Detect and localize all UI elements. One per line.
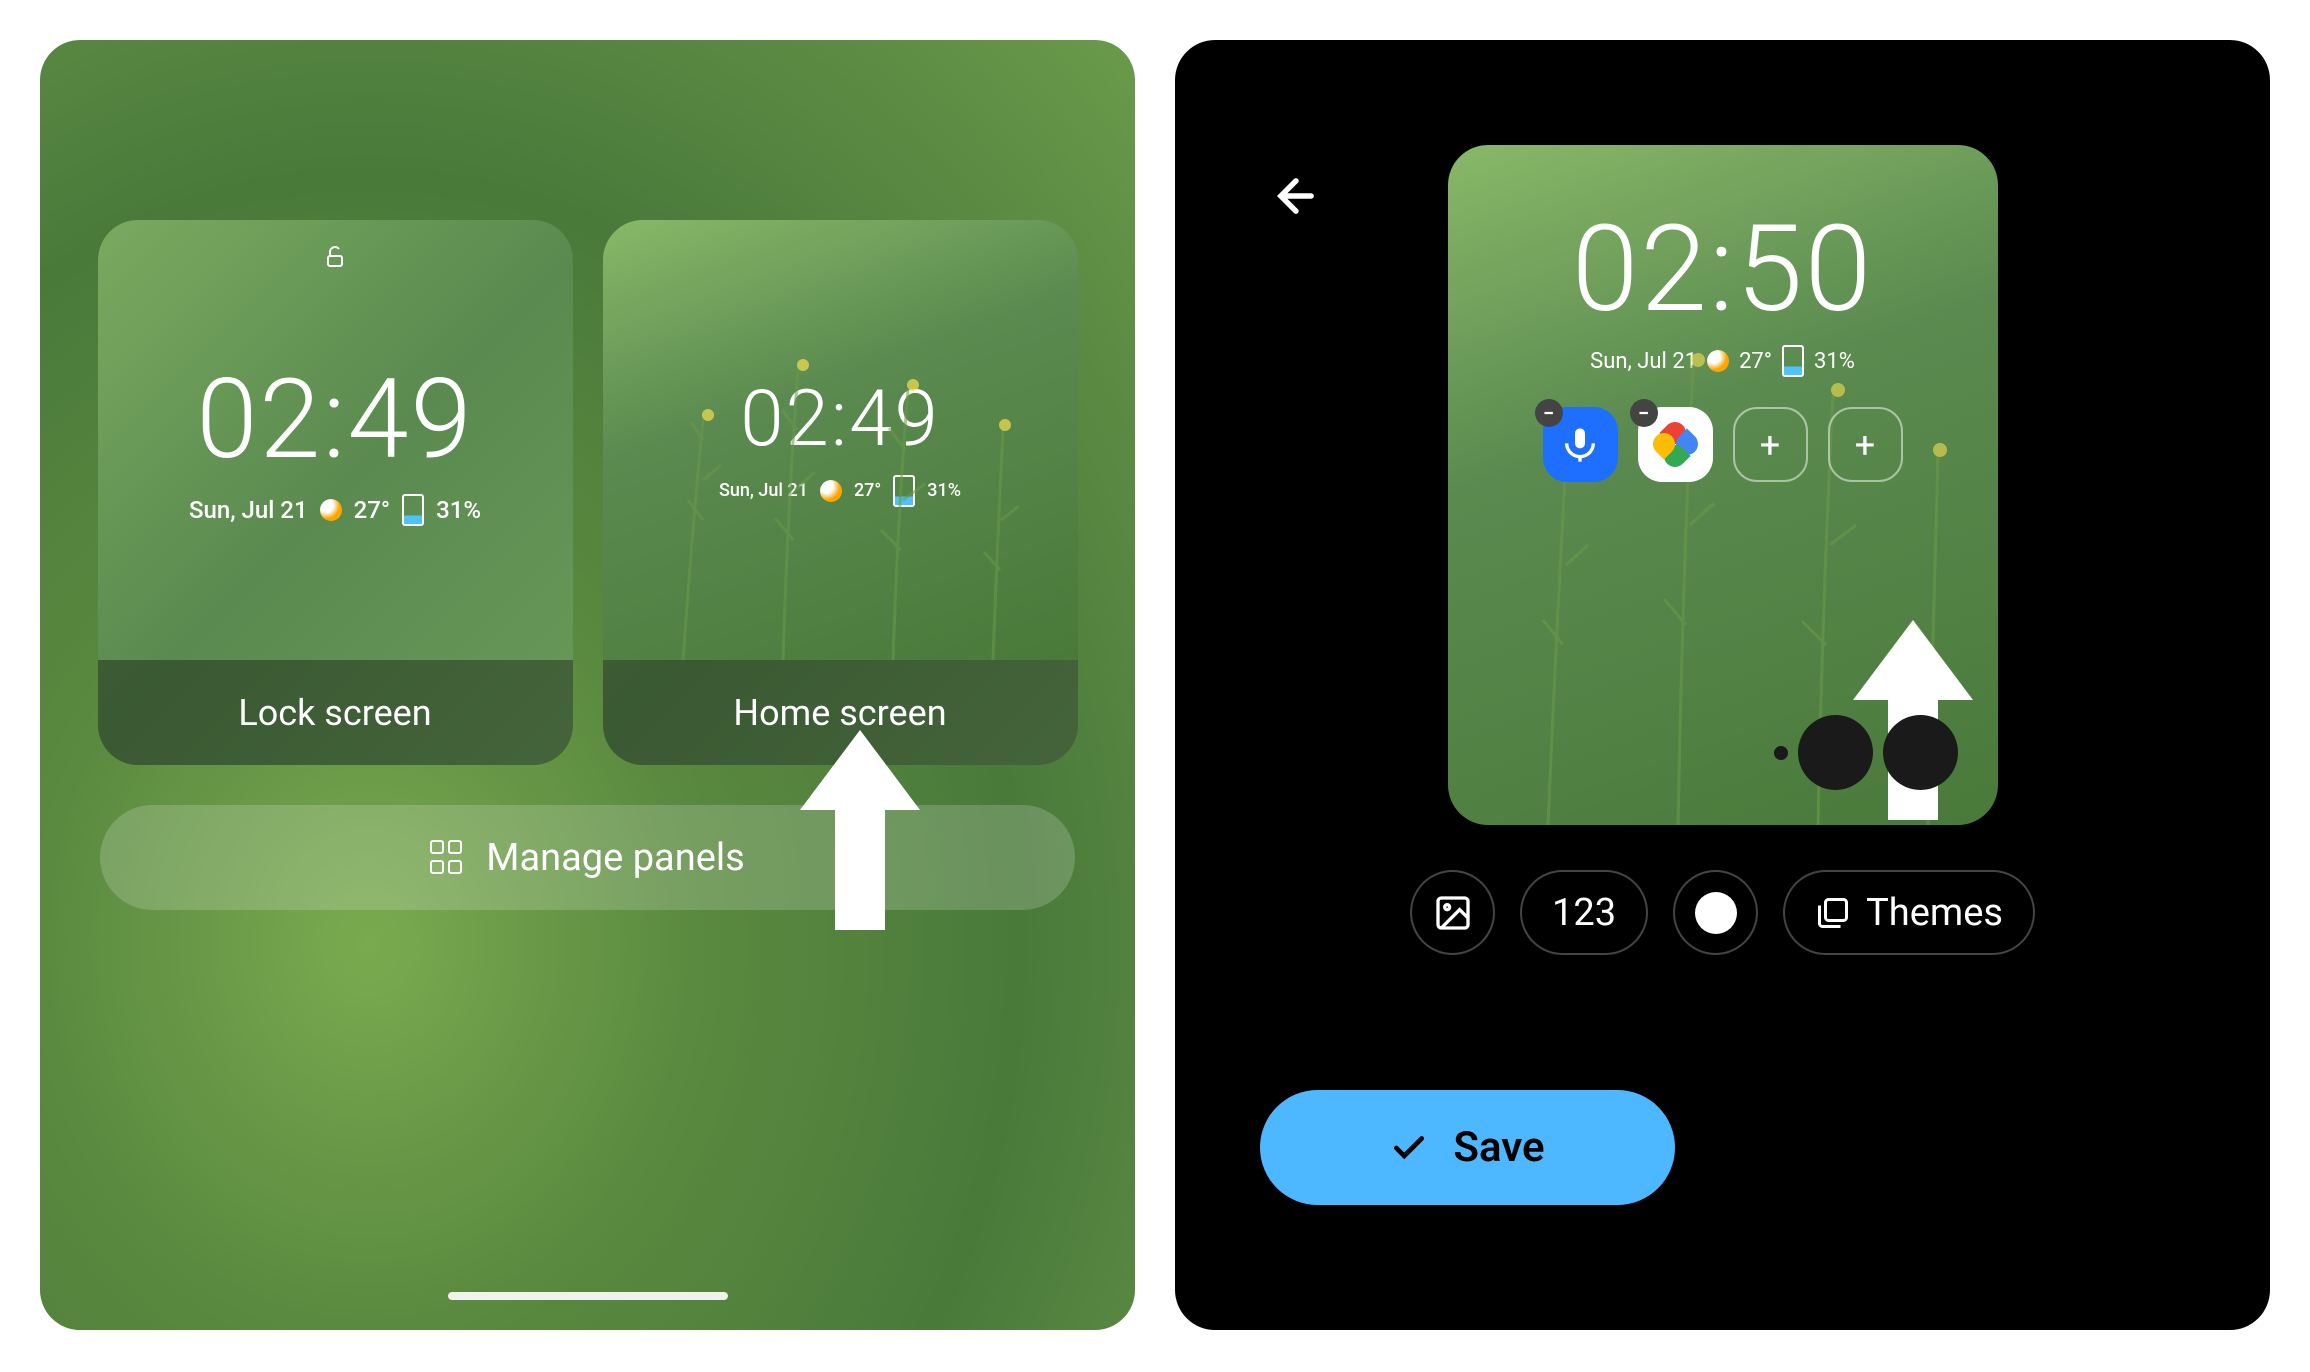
themes-button[interactable]: Themes [1783, 870, 2035, 955]
weather-icon [820, 480, 842, 502]
manage-panels-label: Manage panels [486, 836, 744, 880]
clock-style-label: 123 [1552, 891, 1616, 935]
page-dot [1883, 715, 1958, 790]
wallpaper-selection-screen: 02:49 Sun, Jul 21 27° 31% Lock screen [40, 40, 1135, 1330]
remove-icon[interactable]: − [1535, 399, 1563, 427]
page-dot [1798, 715, 1873, 790]
plant-illustration [603, 220, 1078, 660]
lock-screen-card[interactable]: 02:49 Sun, Jul 21 27° 31% Lock screen [98, 220, 573, 765]
wallpaper-button[interactable] [1410, 870, 1495, 955]
page-indicator[interactable] [1774, 715, 1958, 790]
panels-icon [430, 840, 466, 876]
google-photos-icon [1653, 422, 1698, 467]
editor-toolbar: 123 Themes [1410, 870, 2035, 955]
customize-screen: 02:50 Sun, Jul 21 27° 31% − − + [1175, 40, 2270, 1330]
lock-date: Sun, Jul 21 [189, 496, 308, 524]
app-shortcut-recorder[interactable]: − [1543, 407, 1618, 482]
unlock-icon [323, 245, 347, 275]
screen-cards-row: 02:49 Sun, Jul 21 27° 31% Lock screen [98, 220, 1078, 765]
home-indicator[interactable] [448, 1292, 728, 1300]
add-shortcut-slot[interactable]: + [1828, 407, 1903, 482]
back-button[interactable] [1270, 170, 1322, 235]
manage-panels-button[interactable]: Manage panels [100, 805, 1075, 910]
home-screen-editor-preview: 02:50 Sun, Jul 21 27° 31% − − + [1448, 145, 1998, 825]
color-swatch-icon [1695, 892, 1737, 934]
save-button[interactable]: Save [1260, 1090, 1675, 1205]
lock-screen-label: Lock screen [98, 660, 573, 765]
battery-icon [402, 494, 424, 526]
pointer-arrow [800, 730, 920, 930]
lock-info-line: Sun, Jul 21 27° 31% [189, 494, 481, 526]
save-label: Save [1453, 1123, 1544, 1172]
weather-icon [1707, 350, 1729, 372]
lock-temp: 27° [354, 496, 390, 524]
app-shortcut-google-photos[interactable]: − [1638, 407, 1713, 482]
lock-screen-preview: 02:49 Sun, Jul 21 27° 31% [98, 220, 573, 660]
color-button[interactable] [1673, 870, 1758, 955]
weather-icon [320, 499, 342, 521]
lock-clock: 02:49 [196, 355, 473, 484]
page-dot [1774, 746, 1788, 760]
add-shortcut-slot[interactable]: + [1733, 407, 1808, 482]
themes-label: Themes [1866, 891, 2003, 935]
themes-icon [1815, 895, 1851, 931]
home-screen-preview: 02:49 Sun, Jul 21 27° 31% [603, 220, 1078, 660]
check-icon [1390, 1129, 1428, 1167]
lock-battery: 31% [436, 496, 481, 524]
home-screen-card[interactable]: 02:49 Sun, Jul 21 27° 31% Home screen [603, 220, 1078, 765]
clock-style-button[interactable]: 123 [1520, 870, 1648, 955]
